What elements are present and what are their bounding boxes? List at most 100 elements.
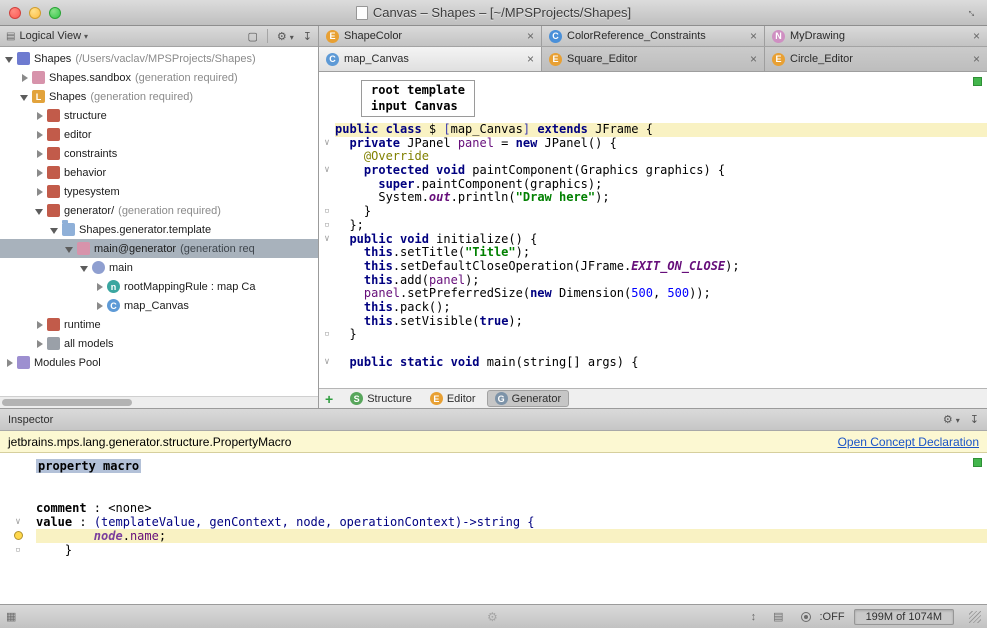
editor-code-area[interactable]: root template input Canvas public class … — [319, 72, 987, 388]
code-line[interactable]: this.setDefaultCloseOperation(JFrame.EXI… — [319, 260, 987, 274]
chev-gutter-icon[interactable]: ∨ — [0, 515, 36, 529]
background-tasks-icon[interactable]: ⚙ — [487, 610, 498, 624]
expander-right-icon[interactable] — [34, 167, 45, 178]
zoom-window-button[interactable] — [49, 7, 61, 19]
chev-gutter-icon[interactable]: ∨ — [319, 137, 335, 151]
template-header-box[interactable]: root template input Canvas — [361, 80, 475, 117]
chev-gutter-icon[interactable]: ∨ — [319, 164, 335, 178]
code-line[interactable]: property macro — [0, 459, 987, 473]
close-tab-icon[interactable]: × — [973, 53, 980, 65]
expander-right-icon[interactable] — [34, 186, 45, 197]
aspect-tab-generator[interactable]: GGenerator — [487, 390, 570, 407]
close-tab-icon[interactable]: × — [750, 30, 757, 42]
code-line[interactable]: panel.setPreferredSize(new Dimension(500… — [319, 287, 987, 301]
code-line[interactable]: ∨value : (templateValue, genContext, nod… — [0, 515, 987, 529]
code-line[interactable]: public class $ [map_Canvas] extends JFra… — [319, 123, 987, 137]
tree-horizontal-scrollbar[interactable] — [0, 396, 318, 408]
code-line[interactable]: ∨ private JPanel panel = new JPanel() { — [319, 137, 987, 151]
scrollbar-thumb[interactable] — [2, 399, 132, 406]
chev-gutter-icon[interactable]: ∨ — [319, 233, 335, 247]
tree-item-main-generator[interactable]: main@generator (generation req — [0, 239, 318, 258]
code-line[interactable]: ▫ } — [0, 543, 987, 557]
close-tab-icon[interactable]: × — [527, 53, 534, 65]
expander-down-icon[interactable] — [79, 262, 90, 273]
tree-item-shapes[interactable]: Shapes (/Users/vaclav/MPSProjects/Shapes… — [0, 49, 318, 68]
aspect-tab-structure[interactable]: SStructure — [343, 391, 419, 406]
view-selector[interactable]: Logical View — [19, 30, 81, 42]
expander-right-icon[interactable] — [34, 129, 45, 140]
inspector-editor[interactable]: property macrocomment : <none>∨value : (… — [0, 453, 987, 605]
tab-map-canvas[interactable]: Cmap_Canvas× — [319, 47, 542, 71]
expander-down-icon[interactable] — [19, 91, 30, 102]
hide-inspector-icon[interactable]: ↧ — [970, 413, 979, 426]
sq-gutter-icon[interactable]: ▫ — [319, 205, 335, 219]
expander-right-icon[interactable] — [4, 357, 15, 368]
generation-status-icon[interactable] — [801, 612, 811, 622]
code-line[interactable]: this.pack(); — [319, 301, 987, 315]
close-tab-icon[interactable]: × — [527, 30, 534, 42]
chev-gutter-icon[interactable]: ∨ — [319, 356, 335, 370]
code-line[interactable]: @Override — [319, 150, 987, 164]
code-line[interactable]: ▫ }; — [319, 219, 987, 233]
code-line[interactable]: System.out.println("Draw here"); — [319, 191, 987, 205]
scroll-position-icon[interactable]: ↕ — [751, 611, 757, 623]
code-line[interactable] — [0, 487, 987, 501]
inspector-gear-icon[interactable]: ⚙▾ — [943, 413, 960, 426]
tree-item-shapes-sandbox[interactable]: Shapes.sandbox (generation required) — [0, 68, 318, 87]
tab-colorreference-constraints[interactable]: CColorReference_Constraints× — [542, 26, 765, 46]
gear-icon[interactable]: ⚙▾ — [277, 30, 294, 43]
code-line[interactable]: ▫ } — [319, 205, 987, 219]
expander-right-icon[interactable] — [19, 72, 30, 83]
float-panel-icon[interactable]: ▢ — [247, 30, 257, 43]
tree-item-constraints[interactable]: constraints — [0, 144, 318, 163]
tree-item-shapes[interactable]: LShapes (generation required) — [0, 87, 318, 106]
fullscreen-icon[interactable]: ↔ — [964, 3, 982, 21]
tree-item-shapes-generator-template[interactable]: Shapes.generator.template — [0, 220, 318, 239]
expander-right-icon[interactable] — [94, 281, 105, 292]
close-tab-icon[interactable]: × — [750, 53, 757, 65]
memory-indicator[interactable]: 199M of 1074M — [854, 609, 954, 625]
tree-item-all-models[interactable]: all models — [0, 334, 318, 353]
tree-item-map-canvas[interactable]: Cmap_Canvas — [0, 296, 318, 315]
code-line[interactable]: ∨ public void initialize() { — [319, 233, 987, 247]
tab-circle-editor[interactable]: ECircle_Editor× — [765, 47, 987, 71]
tree-item-modules-pool[interactable]: Modules Pool — [0, 353, 318, 372]
expander-down-icon[interactable] — [49, 224, 60, 235]
code-line[interactable]: ∨ protected void paintComponent(Graphics… — [319, 164, 987, 178]
code-line[interactable]: this.add(panel); — [319, 274, 987, 288]
sq-gutter-icon[interactable]: ▫ — [0, 543, 36, 557]
tree-item-main[interactable]: main — [0, 258, 318, 277]
aspect-tab-editor[interactable]: EEditor — [423, 391, 483, 406]
sq-gutter-icon[interactable]: ▫ — [319, 219, 335, 233]
open-concept-declaration-link[interactable]: Open Concept Declaration — [838, 435, 979, 449]
tree-item-runtime[interactable]: runtime — [0, 315, 318, 334]
code-line[interactable]: this.setVisible(true); — [319, 315, 987, 329]
expander-right-icon[interactable] — [34, 319, 45, 330]
close-tab-icon[interactable]: × — [973, 30, 980, 42]
expander-down-icon[interactable] — [4, 53, 15, 64]
tab-square-editor[interactable]: ESquare_Editor× — [542, 47, 765, 71]
power-save-status[interactable]: :OFF — [820, 611, 845, 623]
tree-item-behavior[interactable]: behavior — [0, 163, 318, 182]
expander-down-icon[interactable] — [64, 243, 75, 254]
expander-right-icon[interactable] — [34, 148, 45, 159]
tree-item-rootmappingrule-map-ca[interactable]: nrootMappingRule : map Ca — [0, 277, 318, 296]
tree-item-editor[interactable]: editor — [0, 125, 318, 144]
code-line[interactable]: node.name; — [0, 529, 987, 543]
hide-panel-icon[interactable]: ↧ — [303, 30, 312, 43]
toggle-panels-icon[interactable]: ▦ — [6, 610, 16, 623]
chevron-down-icon[interactable]: ▾ — [84, 32, 88, 41]
tab-mydrawing[interactable]: NMyDrawing× — [765, 26, 987, 46]
expander-right-icon[interactable] — [94, 300, 105, 311]
expander-down-icon[interactable] — [34, 205, 45, 216]
code-line[interactable] — [319, 342, 987, 356]
code-line[interactable]: ∨ public static void main(string[] args)… — [319, 356, 987, 370]
resize-grip[interactable] — [969, 611, 981, 623]
tree-item-structure[interactable]: structure — [0, 106, 318, 125]
minimize-window-button[interactable] — [29, 7, 41, 19]
expander-right-icon[interactable] — [34, 338, 45, 349]
add-aspect-button[interactable]: + — [325, 392, 333, 406]
tree-item-generator[interactable]: generator/ (generation required) — [0, 201, 318, 220]
tab-shapecolor[interactable]: EShapeColor× — [319, 26, 542, 46]
code-line[interactable]: ▫ } — [319, 328, 987, 342]
